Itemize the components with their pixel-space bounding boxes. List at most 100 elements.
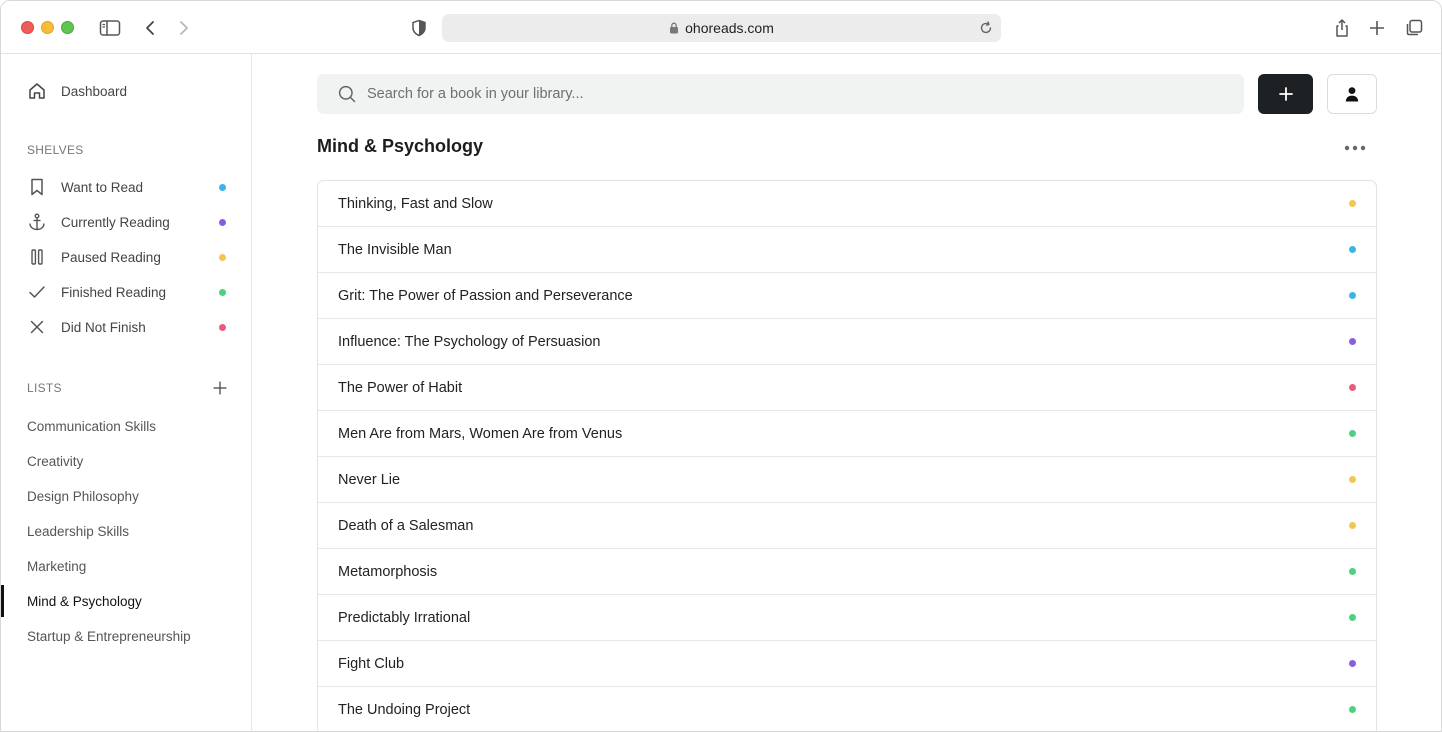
list-label: Startup & Entrepreneurship (27, 628, 191, 644)
status-dot (1349, 384, 1356, 391)
book-title: Metamorphosis (338, 563, 438, 580)
back-icon[interactable] (137, 15, 163, 41)
status-dot (1349, 430, 1356, 437)
sidebar-item-label: Finished Reading (61, 284, 167, 300)
book-title: Death of a Salesman (338, 517, 474, 534)
bookmark-icon (26, 176, 48, 198)
book-row[interactable]: Metamorphosis (318, 549, 1376, 595)
status-dot (1349, 338, 1356, 345)
pause-icon (26, 246, 48, 268)
sidebar-item-currently-reading[interactable]: Currently Reading (1, 206, 251, 238)
status-dot (1349, 568, 1356, 575)
sidebar-list-marketing[interactable]: Marketing (1, 550, 251, 582)
shelf-color-dot (219, 253, 226, 261)
home-icon (26, 80, 48, 102)
search-icon (337, 84, 357, 104)
book-title: Predictably Irrational (338, 609, 471, 626)
sidebar-list-mind-psychology[interactable]: Mind & Psychology (1, 585, 251, 617)
close-icon (26, 316, 48, 338)
book-list: Thinking, Fast and Slow The Invisible Ma… (317, 180, 1377, 731)
search-bar (317, 74, 1244, 114)
book-row[interactable]: The Undoing Project (318, 687, 1376, 731)
browser-window: ohoreads.com Dashboard SHELVES Want to R… (0, 0, 1442, 732)
sidebar-item-label: Want to Read (61, 179, 144, 195)
tab-overview-icon[interactable] (1401, 15, 1427, 41)
book-row[interactable]: Fight Club (318, 641, 1376, 687)
window-close-button[interactable] (21, 21, 34, 34)
forward-icon[interactable] (171, 15, 197, 41)
book-row[interactable]: The Invisible Man (318, 227, 1376, 273)
status-dot (1349, 200, 1356, 207)
sidebar-item-want-to-read[interactable]: Want to Read (1, 171, 251, 203)
user-menu-button[interactable] (1327, 74, 1377, 114)
book-row[interactable]: Grit: The Power of Passion and Persevera… (318, 273, 1376, 319)
book-row[interactable]: Influence: The Psychology of Persuasion (318, 319, 1376, 365)
active-indicator (1, 585, 4, 617)
shelf-color-dot (219, 288, 226, 296)
status-dot (1349, 522, 1356, 529)
book-row[interactable]: The Power of Habit (318, 365, 1376, 411)
sidebar-list-creativity[interactable]: Creativity (1, 445, 251, 477)
sidebar-item-label: Paused Reading (61, 249, 161, 265)
status-dot (1349, 706, 1356, 713)
book-title: Never Lie (338, 471, 401, 488)
book-title: The Undoing Project (338, 701, 471, 718)
book-row[interactable]: Death of a Salesman (318, 503, 1376, 549)
shelf-color-dot (219, 323, 226, 331)
check-icon (26, 281, 48, 303)
sidebar-item-label: Did Not Finish (61, 319, 146, 335)
status-dot (1349, 614, 1356, 621)
plus-icon (213, 381, 227, 395)
status-dot (1349, 660, 1356, 667)
book-title: Men Are from Mars, Women Are from Venus (338, 425, 623, 442)
browser-toolbar: ohoreads.com (1, 1, 1441, 54)
reload-icon[interactable] (977, 19, 995, 37)
book-title: Thinking, Fast and Slow (338, 195, 493, 212)
sidebar-item-paused-reading[interactable]: Paused Reading (1, 241, 251, 273)
search-input[interactable] (367, 74, 1227, 114)
shelf-color-dot (219, 183, 226, 191)
status-dot (1349, 246, 1356, 253)
plus-icon (1278, 87, 1293, 101)
list-label: Leadership Skills (27, 523, 130, 539)
page-title: Mind & Psychology (317, 136, 484, 156)
add-book-button[interactable] (1258, 74, 1313, 114)
sidebar-item-dashboard[interactable]: Dashboard (1, 75, 251, 107)
status-dot (1349, 476, 1356, 483)
status-dot (1349, 292, 1356, 299)
list-label: Creativity (27, 453, 84, 469)
ellipsis-icon (1344, 145, 1366, 151)
book-row[interactable]: Predictably Irrational (318, 595, 1376, 641)
sidebar-list-communication-skills[interactable]: Communication Skills (1, 410, 251, 442)
window-minimize-button[interactable] (41, 21, 54, 34)
book-title: Grit: The Power of Passion and Persevera… (338, 287, 633, 304)
sidebar-item-finished-reading[interactable]: Finished Reading (1, 276, 251, 308)
sidebar-list-leadership-skills[interactable]: Leadership Skills (1, 515, 251, 547)
window-maximize-button[interactable] (61, 21, 74, 34)
book-row[interactable]: Men Are from Mars, Women Are from Venus (318, 411, 1376, 457)
lists-section-title: LISTS (27, 381, 62, 395)
book-title: The Power of Habit (338, 379, 463, 396)
address-bar[interactable]: ohoreads.com (442, 14, 1001, 42)
sidebar-list-startup-entrepreneurship[interactable]: Startup & Entrepreneurship (1, 620, 251, 652)
book-row[interactable]: Thinking, Fast and Slow (318, 181, 1376, 227)
sidebar-item-label: Dashboard (61, 83, 128, 99)
user-icon (1345, 87, 1359, 102)
shelves-section-title: SHELVES (27, 143, 84, 157)
new-tab-icon[interactable] (1364, 15, 1390, 41)
add-list-button[interactable] (209, 377, 231, 399)
more-options-button[interactable] (1341, 137, 1369, 159)
sidebar-toggle-icon[interactable] (97, 15, 123, 41)
book-title: The Invisible Man (338, 241, 452, 258)
sidebar-item-did-not-finish[interactable]: Did Not Finish (1, 311, 251, 343)
lock-icon (669, 22, 679, 34)
share-icon[interactable] (1329, 15, 1355, 41)
sidebar: Dashboard SHELVES Want to Read Currently… (1, 54, 252, 731)
book-title: Fight Club (338, 655, 405, 672)
sidebar-list-design-philosophy[interactable]: Design Philosophy (1, 480, 251, 512)
list-label: Marketing (27, 558, 87, 574)
book-title: Influence: The Psychology of Persuasion (338, 333, 601, 350)
book-row[interactable]: Never Lie (318, 457, 1376, 503)
privacy-shield-icon[interactable] (406, 15, 432, 41)
list-label: Mind & Psychology (27, 593, 142, 609)
